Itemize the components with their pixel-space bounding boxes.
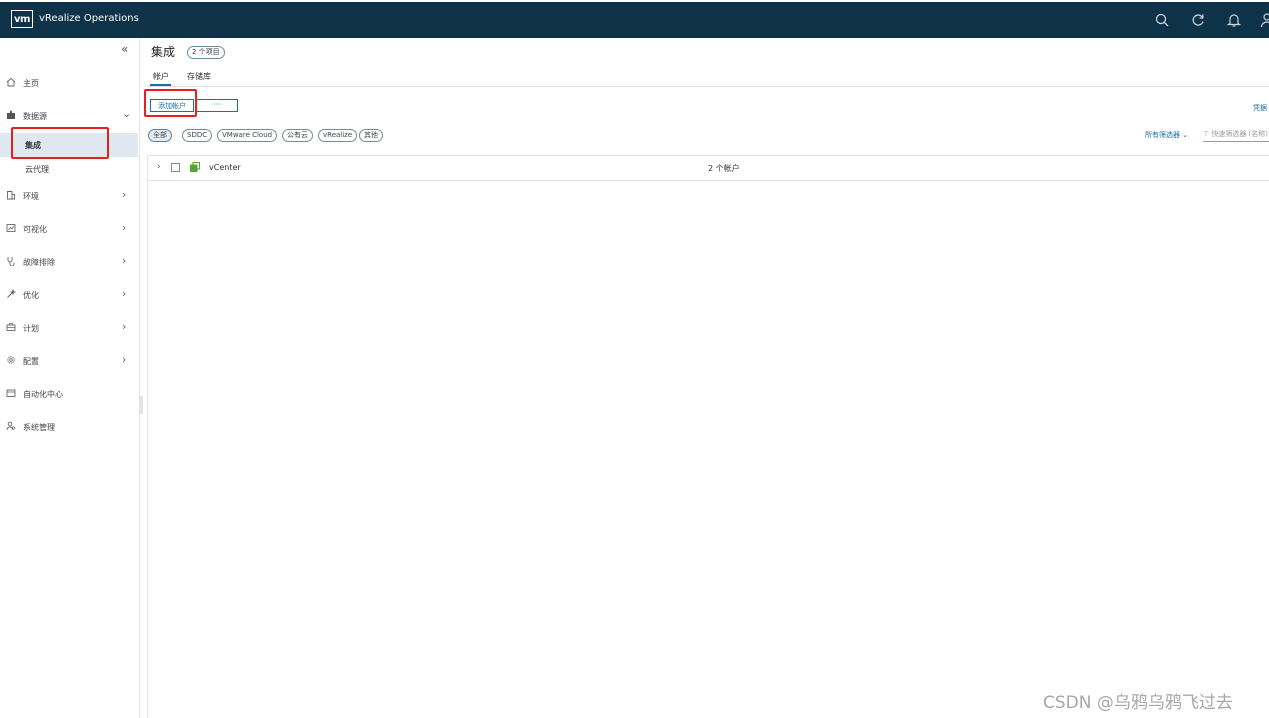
highlight-box-integrations [11,127,109,159]
sidebar-item-home[interactable]: 主页 [0,72,140,94]
chevron-right-icon[interactable]: › [122,221,126,234]
search-icon[interactable] [1154,12,1170,28]
filter-chip-sddc[interactable]: SDDC [182,129,213,142]
filter-chip-other[interactable]: 其他 [359,129,383,142]
watermark-text: CSDN @乌鸦乌鸦飞过去 [1043,693,1233,713]
credentials-link[interactable]: 凭据 [1253,103,1267,113]
chevron-right-icon[interactable]: › [122,188,126,201]
sidebar-item-plan[interactable]: 计划 › [0,317,140,339]
sidebar-item-visualize[interactable]: 可视化 › [0,218,140,240]
sidebar-item-configure[interactable]: 配置 › [0,350,140,372]
sidebar-item-label: 自动化中心 [23,390,63,399]
sidebar-resize-handle[interactable] [139,396,143,414]
filter-chip-vmware-cloud[interactable]: VMware Cloud [217,129,278,142]
sidebar-item-optimize[interactable]: 优化 › [0,284,140,306]
sidebar-item-administration[interactable]: 系统管理 [0,416,140,438]
highlight-box-add-account [144,89,197,117]
all-filters-dropdown[interactable]: 所有筛选器 ⌄ [1145,130,1188,140]
app-title[interactable]: vRealize Operations [39,13,139,24]
chevron-right-icon[interactable]: › [122,254,126,267]
sidebar-item-label: 优化 [23,291,39,300]
vcenter-icon [190,162,200,172]
sidebar-item-environment[interactable]: 环境 › [0,185,140,207]
item-count-badge: 2 个项目 [187,46,225,59]
home-icon [6,77,16,87]
sidebar-item-label: 计划 [23,324,39,333]
expand-row-icon[interactable]: › [157,162,161,172]
grid-row-border [148,180,1269,181]
sidebar-item-label: 配置 [23,357,39,366]
chevron-right-icon[interactable]: › [122,287,126,300]
stethoscope-icon [7,257,15,266]
collapse-sidebar-icon[interactable]: « [121,42,128,56]
tab-divider [148,86,1269,87]
quick-filter-input[interactable]: ⊤ 快速筛选器 (名称) [1203,127,1269,142]
tab-repository[interactable]: 存储库 [187,71,211,82]
bell-icon[interactable] [1226,12,1242,28]
page-title: 集成 [151,45,176,59]
user-icon[interactable] [1259,12,1269,28]
more-actions-button[interactable]: ··· [196,99,238,112]
building-icon [7,191,15,200]
chevron-right-icon[interactable]: › [122,320,126,333]
filter-chip-vrealize[interactable]: vRealize [318,129,358,142]
calendar-icon [6,389,16,397]
sidebar-item-label: 环境 [23,192,39,201]
sidebar-item-label: 系统管理 [23,423,55,432]
sidebar-item-label: 故障排除 [23,258,55,267]
sidebar-item-data-sources[interactable]: 数据源 ⌄ [0,105,140,127]
sidebar-item-troubleshoot[interactable]: 故障排除 › [0,251,140,273]
puzzle-icon [7,110,15,119]
sidebar-item-label: 数据源 [23,112,47,121]
account-type-name[interactable]: vCenter [209,163,241,172]
account-count: 2 个帐户 [708,164,740,173]
chevron-right-icon[interactable]: › [122,353,126,366]
filter-chip-all[interactable]: 全部 [148,129,172,142]
top-header: vm vRealize Operations [0,0,1269,38]
sidebar-subitem-cloud-proxies[interactable]: 云代理 [0,157,138,181]
chart-icon [6,224,16,232]
refresh-icon[interactable] [1190,12,1206,28]
sidebar-item-automation-central[interactable]: 自动化中心 [0,383,140,405]
sidebar-item-label: 主页 [23,79,39,88]
sidebar-subitem-label: 云代理 [25,165,49,174]
sidebar-item-label: 可视化 [23,225,47,234]
grid-top-border [148,155,1269,156]
filter-chip-public-cloud[interactable]: 公有云 [282,129,313,142]
row-checkbox[interactable] [171,163,180,172]
tab-accounts[interactable]: 帐户 [153,71,169,82]
chevron-down-icon[interactable]: ⌄ [122,107,131,120]
briefcase-icon [6,323,16,331]
vmware-logo[interactable]: vm [11,10,33,28]
wand-icon [7,289,16,298]
admin-icon [6,421,16,431]
content-left-border [147,156,148,718]
gear-icon [7,356,15,364]
